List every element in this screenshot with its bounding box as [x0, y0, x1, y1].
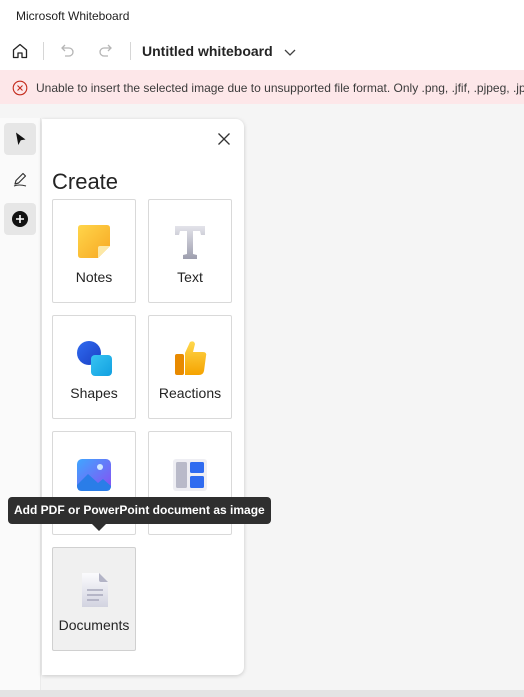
- error-banner: Unable to insert the selected image due …: [0, 70, 524, 104]
- close-icon[interactable]: [214, 129, 234, 149]
- tooltip-arrow: [92, 524, 106, 531]
- shapes-icon: [74, 338, 114, 378]
- document-icon: [74, 570, 114, 610]
- inking-tool-button[interactable]: [4, 163, 36, 195]
- error-message: Unable to insert the selected image due …: [36, 81, 524, 95]
- tile-label: Reactions: [158, 385, 222, 401]
- left-tool-rail: [0, 118, 41, 690]
- sticky-note-icon: [74, 222, 114, 262]
- tile-label: Notes: [75, 269, 113, 285]
- tile-label: Text: [177, 269, 203, 285]
- bottom-scrollbar[interactable]: [0, 690, 524, 697]
- undo-icon[interactable]: [57, 41, 77, 61]
- text-tile[interactable]: Text: [148, 199, 232, 303]
- error-circle-icon: [12, 80, 28, 96]
- thumbs-up-icon: [170, 338, 210, 378]
- create-panel: Create Notes Text Shapes Reactions Docum…: [42, 119, 244, 675]
- text-icon: [170, 222, 210, 262]
- reactions-tile[interactable]: Reactions: [148, 315, 232, 419]
- top-toolbar: Untitled whiteboard: [0, 32, 524, 70]
- templates-icon: [170, 454, 210, 494]
- home-icon[interactable]: [10, 41, 30, 61]
- plus-circle-icon: [12, 211, 28, 227]
- notes-tile[interactable]: Notes: [52, 199, 136, 303]
- documents-tile[interactable]: Documents: [52, 547, 136, 651]
- shapes-tile[interactable]: Shapes: [52, 315, 136, 419]
- create-tool-button[interactable]: [4, 203, 36, 235]
- redo-icon[interactable]: [96, 41, 116, 61]
- documents-tooltip: Add PDF or PowerPoint document as image: [8, 497, 271, 524]
- title-bar: Microsoft Whiteboard: [0, 0, 524, 32]
- toolbar-divider: [130, 42, 131, 60]
- chevron-down-icon[interactable]: [282, 44, 298, 60]
- whiteboard-title[interactable]: Untitled whiteboard: [142, 43, 273, 59]
- cursor-icon: [16, 132, 26, 145]
- tile-label: Shapes: [70, 385, 118, 401]
- image-icon: [74, 454, 114, 494]
- select-tool-button[interactable]: [4, 123, 36, 155]
- pen-icon: [13, 172, 27, 187]
- tile-label: Documents: [58, 617, 130, 633]
- app-title: Microsoft Whiteboard: [16, 9, 130, 23]
- panel-title: Create: [52, 169, 119, 194]
- toolbar-divider: [43, 42, 44, 60]
